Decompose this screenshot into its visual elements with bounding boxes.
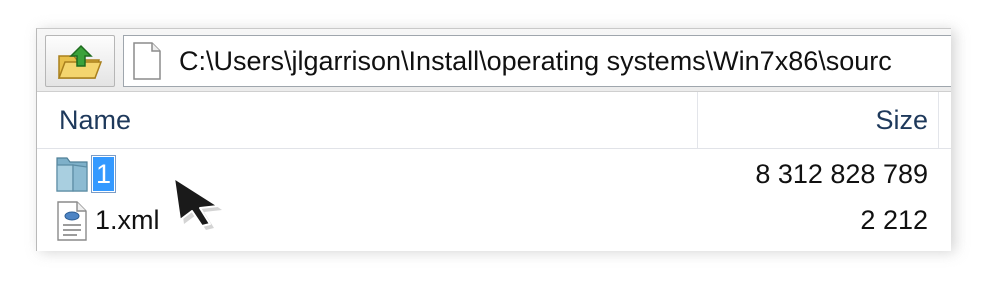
up-folder-button[interactable]	[45, 35, 115, 87]
file-name: 1.xml	[95, 205, 160, 235]
column-header-size-label: Size	[875, 105, 928, 135]
mouse-cursor-icon	[173, 177, 222, 230]
folder-up-icon	[57, 44, 103, 79]
column-header-size[interactable]: Size	[698, 92, 939, 148]
screenshot-stage: C:\Users\jlgarrison\Install\operating sy…	[0, 0, 1000, 302]
column-header-name-label: Name	[59, 105, 132, 135]
xml-file-icon	[57, 201, 87, 241]
rename-input[interactable]: 1	[90, 155, 117, 193]
address-bar[interactable]: C:\Users\jlgarrison\Install\operating sy…	[123, 35, 951, 87]
toolbar: C:\Users\jlgarrison\Install\operating sy…	[37, 29, 951, 92]
file-size: 8 312 828 789	[755, 159, 928, 189]
column-header-name[interactable]: Name	[37, 92, 698, 148]
file-size: 2 212	[860, 205, 928, 235]
address-path-text: C:\Users\jlgarrison\Install\operating sy…	[179, 46, 892, 76]
document-icon	[133, 42, 161, 80]
folder-icon	[56, 157, 88, 192]
column-header: Name Size	[37, 92, 951, 149]
